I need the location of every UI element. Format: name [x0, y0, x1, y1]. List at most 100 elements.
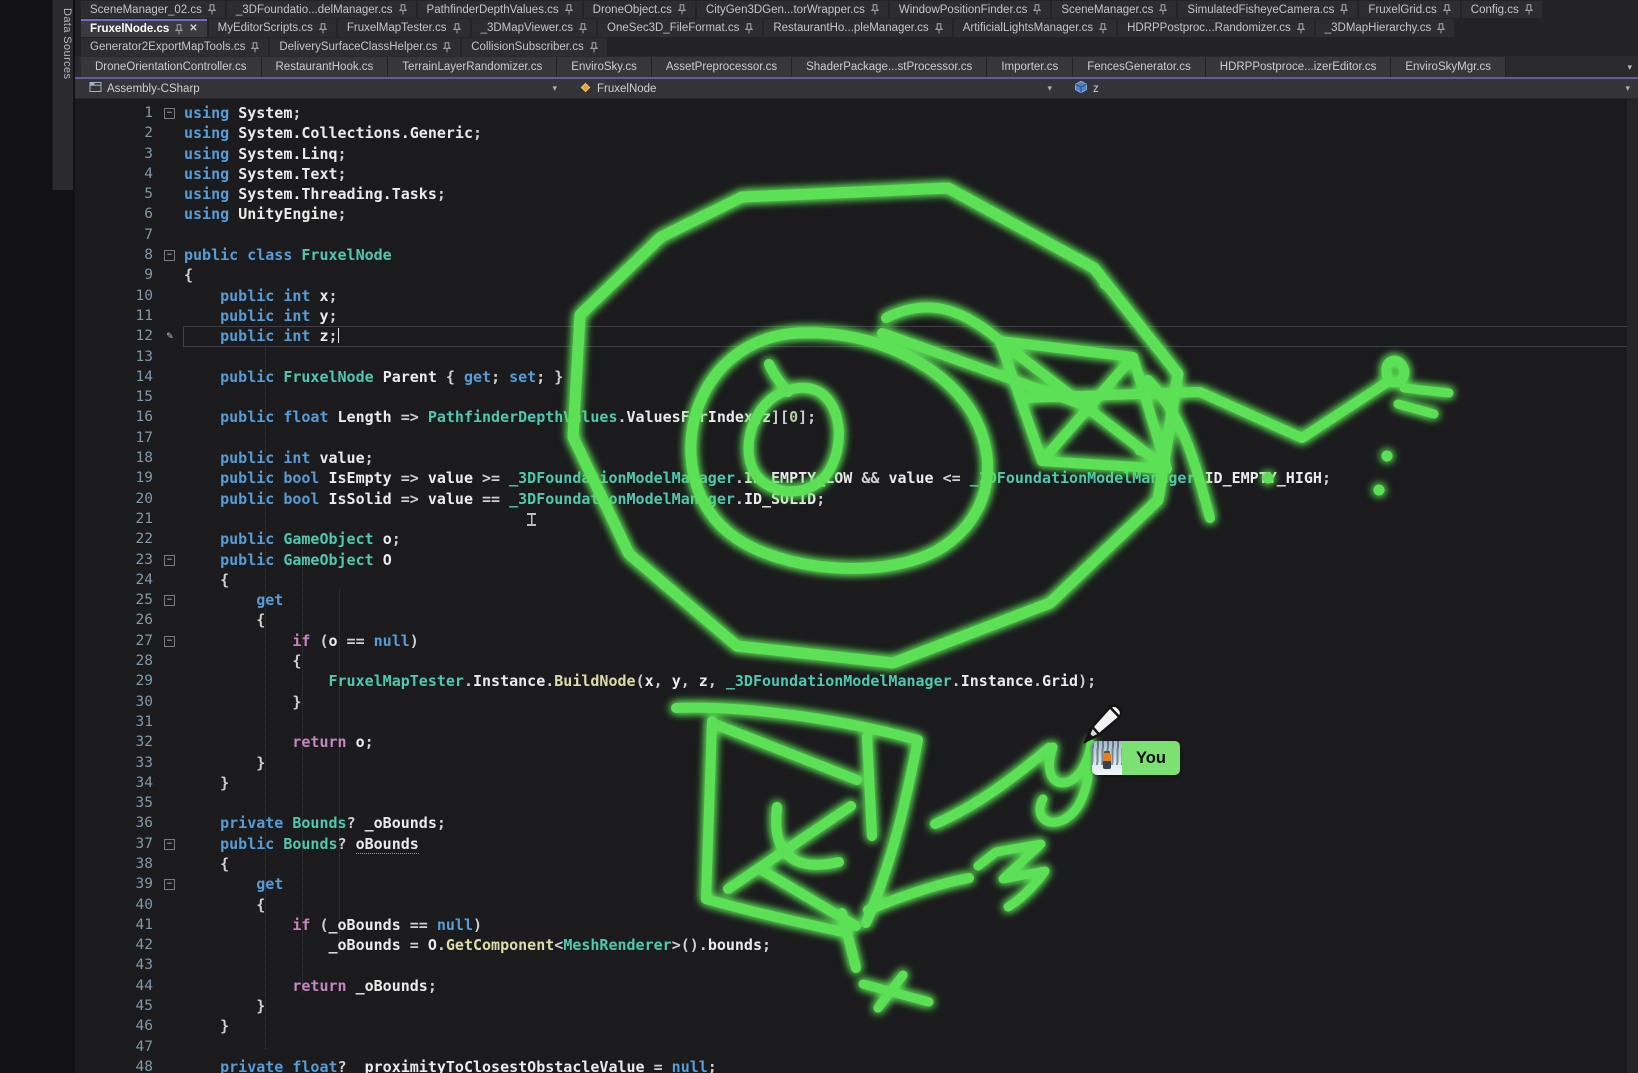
pin-icon[interactable]	[208, 4, 216, 15]
pin-icon[interactable]	[1159, 4, 1167, 15]
editor-tab[interactable]: SceneManager_02.cs	[81, 1, 225, 18]
editor-tab[interactable]: FencesGenerator.cs	[1073, 57, 1206, 77]
code-line: 2 using System.Collections.Generic;	[75, 123, 1638, 143]
editor-tab[interactable]: _3DMapViewer.cs	[472, 19, 596, 37]
vertical-scrollbar[interactable]	[1627, 99, 1638, 1073]
fold-toggle-icon[interactable]: −	[164, 879, 175, 890]
pin-icon[interactable]	[399, 4, 407, 15]
tab-overflow-icon[interactable]: ▾	[1627, 62, 1632, 73]
editor-tab[interactable]: FruxelNode.cs ✕	[81, 19, 207, 37]
editor-tab[interactable]: _3DMapHierarchy.cs	[1316, 19, 1455, 37]
editor-tab[interactable]: Importer.cs	[987, 57, 1073, 77]
tab-label: FencesGenerator.cs	[1087, 61, 1191, 73]
editor-tab[interactable]: MyEditorScripts.cs	[209, 19, 336, 37]
code-line: 28 {	[75, 651, 1638, 671]
pin-icon[interactable]	[1443, 4, 1451, 15]
editor-tab[interactable]: HDRPPostproc...Randomizer.cs	[1118, 19, 1314, 37]
editor-tab[interactable]: RestaurantHook.cs	[262, 57, 389, 77]
fold-toggle-icon[interactable]: −	[164, 108, 175, 119]
code-line: 17	[75, 428, 1638, 448]
editor-tab[interactable]: DroneOrientationController.cs	[81, 57, 262, 77]
fold-gutter	[159, 570, 184, 590]
fold-gutter	[159, 529, 184, 549]
tab-row-4: ▾ DroneOrientationController.cs Restaura…	[75, 56, 1638, 77]
code-text	[184, 1037, 1638, 1057]
line-number: 35	[75, 793, 159, 813]
line-number: 3	[75, 144, 159, 164]
editor-tab[interactable]: OneSec3D_FileFormat.cs	[598, 19, 762, 37]
line-number: 32	[75, 732, 159, 752]
code-line: 20 public bool IsSolid => value == _3DFo…	[75, 489, 1638, 509]
fold-toggle-icon[interactable]: −	[164, 636, 175, 647]
fold-toggle-icon[interactable]: −	[164, 595, 175, 606]
line-number: 1	[75, 103, 159, 123]
code-text: return _oBounds;	[184, 976, 1638, 996]
editor-tab[interactable]: ArtificialLightsManager.cs	[954, 19, 1116, 37]
editor-tab[interactable]: ShaderPackage...stProcessor.cs	[792, 57, 987, 77]
editor-tab[interactable]: WindowPositionFinder.cs	[890, 1, 1050, 18]
editor-tab[interactable]: DeliverySurfaceClassHelper.cs	[270, 38, 460, 56]
pin-icon[interactable]	[1340, 4, 1348, 15]
tab-label: CollisionSubscriber.cs	[471, 41, 584, 53]
fold-gutter	[159, 184, 184, 204]
pin-icon[interactable]	[678, 4, 686, 15]
code-text: if (_oBounds == null)	[184, 915, 1638, 935]
pin-icon[interactable]	[871, 4, 879, 15]
pin-icon[interactable]	[175, 24, 183, 35]
editor-tab[interactable]: AssetPreprocessor.cs	[652, 57, 792, 77]
editor-tab[interactable]: FruxelGrid.cs	[1359, 1, 1459, 18]
editor-tab[interactable]: FruxelMapTester.cs	[338, 19, 470, 37]
code-text: {	[184, 610, 1638, 630]
code-text	[184, 955, 1638, 975]
code-line: 8 − public class FruxelNode	[75, 245, 1638, 265]
editor-tab[interactable]: CityGen3DGen...torWrapper.cs	[697, 1, 888, 18]
fold-toggle-icon[interactable]: −	[164, 555, 175, 566]
fold-toggle-icon[interactable]: −	[164, 839, 175, 850]
pin-icon[interactable]	[1099, 23, 1107, 34]
editor-tab[interactable]: CollisionSubscriber.cs	[462, 38, 607, 56]
fold-toggle-icon[interactable]: −	[164, 250, 175, 261]
class-dropdown[interactable]: FruxelNode ▾	[565, 79, 1060, 98]
pin-icon[interactable]	[1525, 4, 1533, 15]
editor-tab[interactable]: EnviroSkyMgr.cs	[1391, 57, 1506, 77]
pin-icon[interactable]	[319, 23, 327, 34]
pin-icon[interactable]	[1437, 23, 1445, 34]
tab-label: OneSec3D_FileFormat.cs	[607, 22, 739, 34]
code-editor[interactable]: 1 − using System; 2 using System.Collect…	[75, 99, 1638, 1073]
pin-icon[interactable]	[565, 4, 573, 15]
editor-tab[interactable]: Generator2ExportMapTools.cs	[81, 38, 268, 56]
tab-label: Importer.cs	[1001, 61, 1058, 73]
code-line: 3 using System.Linq;	[75, 144, 1638, 164]
editor-tab[interactable]: DroneObject.cs	[584, 1, 695, 18]
editor-tab[interactable]: TerrainLayerRandomizer.cs	[388, 57, 557, 77]
line-number: 5	[75, 184, 159, 204]
tab-label: SceneManager.cs	[1061, 4, 1153, 16]
data-sources-tab[interactable]: Data Sources	[52, 0, 73, 190]
code-line: 39 − get	[75, 874, 1638, 894]
editor-tab[interactable]: RestaurantHo...pleManager.cs	[764, 19, 951, 37]
fold-gutter	[159, 144, 184, 164]
pin-icon[interactable]	[590, 42, 598, 53]
member-dropdown[interactable]: z ▾	[1060, 79, 1638, 98]
code-text: if (o == null)	[184, 631, 1638, 651]
pin-icon[interactable]	[1297, 23, 1305, 34]
pin-icon[interactable]	[745, 23, 753, 34]
pin-icon[interactable]	[1033, 4, 1041, 15]
fold-gutter	[159, 306, 184, 326]
editor-tab[interactable]: EnviroSky.cs	[557, 57, 652, 77]
editor-tab[interactable]: Config.cs	[1462, 1, 1542, 18]
pin-icon[interactable]	[251, 42, 259, 53]
editor-tab[interactable]: SimulatedFisheyeCamera.cs	[1178, 1, 1357, 18]
editor-tab[interactable]: SceneManager.cs	[1052, 1, 1176, 18]
editor-tab[interactable]: PathfinderDepthValues.cs	[418, 1, 582, 18]
project-dropdown[interactable]: Assembly-CSharp ▾	[75, 79, 565, 98]
pin-icon[interactable]	[453, 23, 461, 34]
close-icon[interactable]: ✕	[189, 24, 197, 34]
pin-icon[interactable]	[579, 23, 587, 34]
pin-icon[interactable]	[443, 42, 451, 53]
editor-tab[interactable]: _3DFoundatio...delManager.cs	[227, 1, 416, 18]
editor-tab[interactable]: HDRPPostproce...izerEditor.cs	[1206, 57, 1392, 77]
pin-icon[interactable]	[935, 23, 943, 34]
line-number: 34	[75, 773, 159, 793]
code-text: FruxelMapTester.Instance.BuildNode(x, y,…	[184, 671, 1638, 691]
